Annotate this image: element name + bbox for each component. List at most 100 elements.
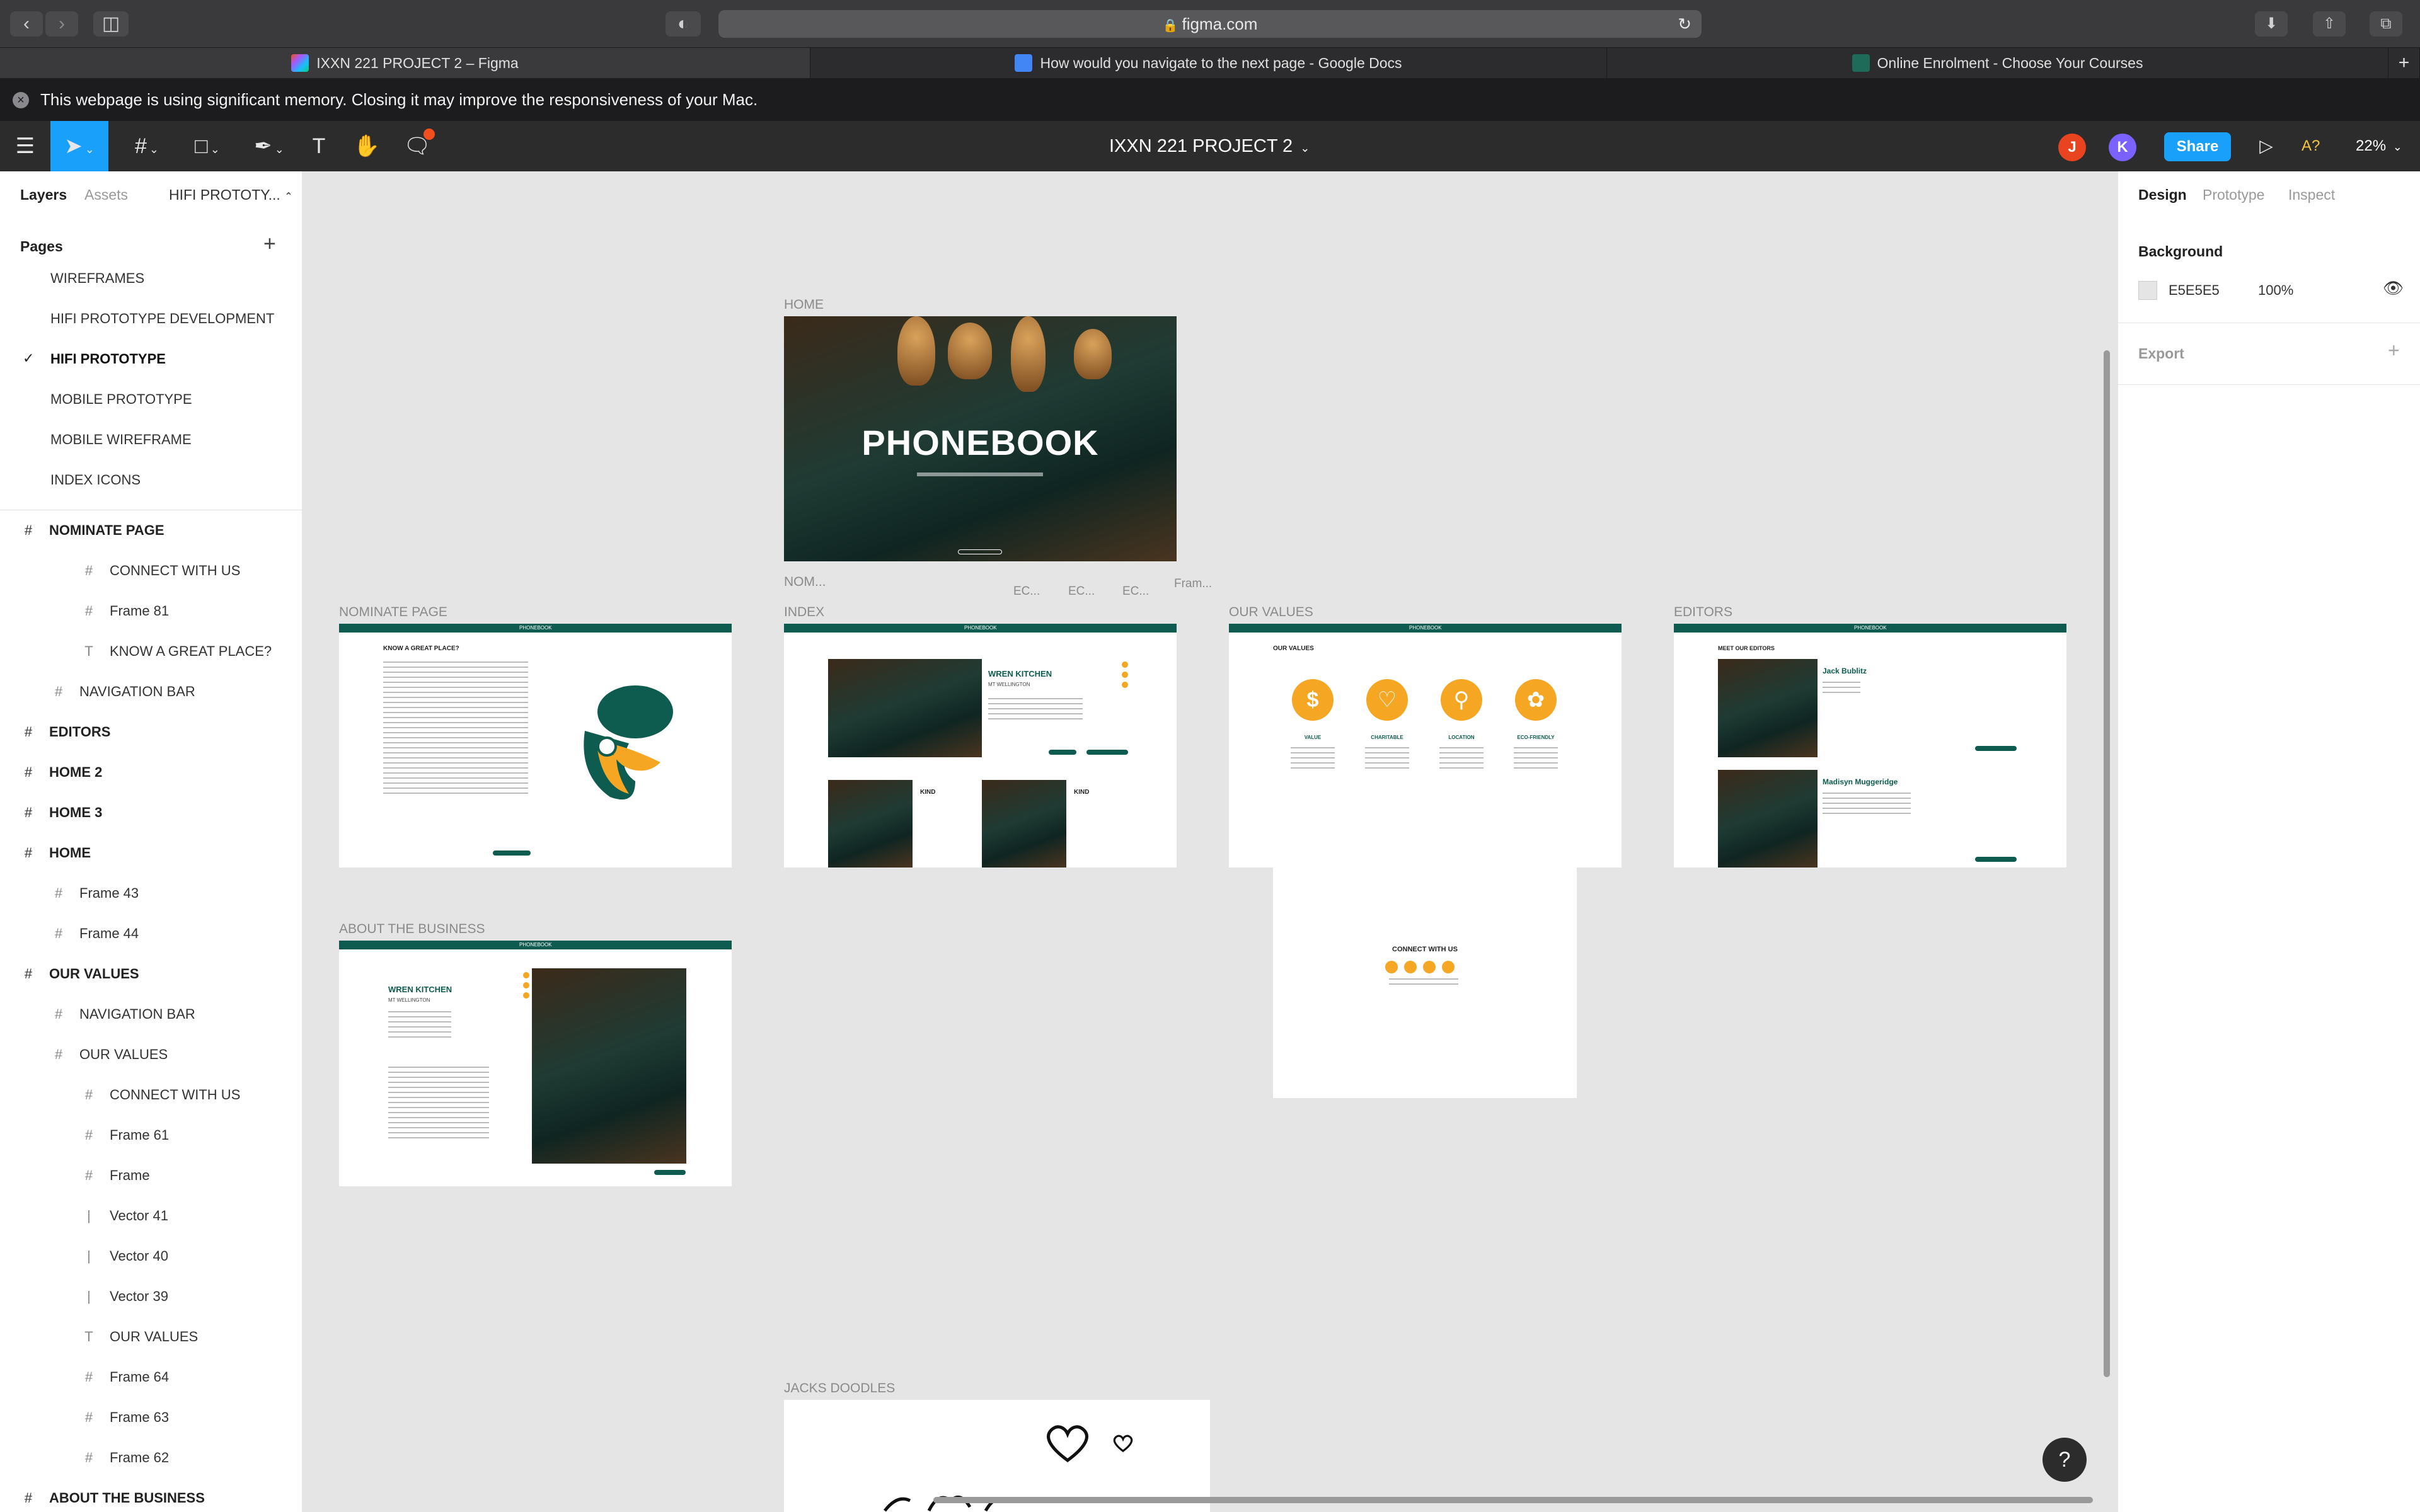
move-tool-icon[interactable]: ➤ ⌄ xyxy=(50,121,108,171)
help-button[interactable]: ? xyxy=(2043,1438,2087,1482)
layer-row[interactable]: # Frame 64 xyxy=(81,1360,169,1395)
layer-row[interactable]: # EDITORS xyxy=(20,714,111,750)
value-label: ECO-FRIENDLY xyxy=(1517,735,1555,740)
sidebar-toggle-icon[interactable]: ◫ xyxy=(93,11,129,37)
layer-row[interactable]: # HOME 3 xyxy=(20,795,102,830)
tab-layers[interactable]: Layers xyxy=(20,186,67,203)
share-sheet-icon[interactable]: ⇧ xyxy=(2313,11,2346,37)
page-item[interactable]: HIFI PROTOTYPE xyxy=(50,346,166,372)
index-frame[interactable]: PHONEBOOK WREN KITCHEN MT WELLINGTON KIN… xyxy=(784,624,1177,868)
tab-inspect[interactable]: Inspect xyxy=(2288,186,2335,203)
frame-layer-icon: # xyxy=(54,925,63,941)
hand-tool-icon[interactable]: ✋ xyxy=(342,121,392,171)
hero-button xyxy=(958,549,1002,554)
about-business-frame[interactable]: PHONEBOOK WREN KITCHEN MT WELLINGTON xyxy=(339,941,732,1186)
frame-label-fram[interactable]: Fram... xyxy=(1174,577,1212,591)
new-tab-icon[interactable]: + xyxy=(2388,48,2420,78)
vertical-scrollbar[interactable] xyxy=(2104,350,2110,1377)
layer-row[interactable]: | Vector 39 xyxy=(81,1279,168,1314)
present-icon[interactable]: ▷ xyxy=(2251,121,2281,171)
tab-prototype[interactable]: Prototype xyxy=(2203,186,2264,203)
layer-row[interactable]: T KNOW A GREAT PLACE? xyxy=(81,634,272,669)
layer-row[interactable]: # Frame xyxy=(81,1158,150,1193)
layer-row[interactable]: | Vector 40 xyxy=(81,1239,168,1274)
nominate-frame[interactable]: PHONEBOOK KNOW A GREAT PLACE? xyxy=(339,624,732,868)
frame-label-nominate[interactable]: NOMINATE PAGE xyxy=(339,605,447,620)
share-button[interactable]: Share xyxy=(2164,132,2231,161)
privacy-shield-icon[interactable]: ◐ xyxy=(666,11,701,37)
background-color-swatch[interactable] xyxy=(2138,281,2157,300)
layer-row[interactable]: # CONNECT WITH US xyxy=(81,1077,241,1113)
eye-icon[interactable]: 👁 xyxy=(2383,278,2404,298)
frame-tool-icon[interactable]: # ⌄ xyxy=(120,121,174,171)
avatar[interactable]: K xyxy=(2109,134,2136,161)
main-menu-icon[interactable]: ☰ xyxy=(0,121,50,171)
frame-label-index[interactable]: INDEX xyxy=(784,605,824,620)
layer-row[interactable]: # Frame 43 xyxy=(50,876,139,911)
browser-tab-figma[interactable]: IXXN 221 PROJECT 2 – Figma xyxy=(0,48,810,78)
add-page-icon[interactable]: + xyxy=(263,232,276,256)
layer-row[interactable]: # OUR VALUES xyxy=(50,1037,168,1072)
layer-row[interactable]: # NAVIGATION BAR xyxy=(50,997,195,1032)
page-item[interactable]: INDEX ICONS xyxy=(50,467,141,493)
frame-label-editors[interactable]: EDITORS xyxy=(1674,605,1732,620)
page-item[interactable]: MOBILE WIREFRAME xyxy=(50,427,192,452)
horizontal-scrollbar[interactable] xyxy=(933,1497,2093,1503)
frame-label-ec-3[interactable]: EC... xyxy=(1122,585,1149,598)
browser-tab-google-docs[interactable]: How would you navigate to the next page … xyxy=(810,48,1607,78)
layer-row[interactable]: # NAVIGATION BAR xyxy=(50,674,195,709)
downloads-icon[interactable]: ⬇ xyxy=(2255,11,2288,37)
layer-row[interactable]: # CONNECT WITH US xyxy=(81,553,241,588)
tab-design[interactable]: Design xyxy=(2138,186,2187,203)
layer-row[interactable]: # Frame 44 xyxy=(50,916,139,951)
forward-icon[interactable]: › xyxy=(45,11,78,37)
comment-tool-icon[interactable]: 🗨 xyxy=(392,121,442,171)
close-banner-icon[interactable]: × xyxy=(13,92,29,108)
tab-overview-icon[interactable]: ⧉ xyxy=(2370,11,2402,37)
page-switcher[interactable]: HIFI PROTOTY... ⌃ xyxy=(169,186,293,203)
frame-label-ec-2[interactable]: EC... xyxy=(1068,585,1095,598)
accessibility-check-label[interactable]: A? xyxy=(2302,121,2320,171)
page-item[interactable]: MOBILE PROTOTYPE xyxy=(50,387,192,412)
frame-label-home[interactable]: HOME xyxy=(784,297,824,312)
layer-row[interactable]: # OUR VALUES xyxy=(20,956,139,992)
frame-label-our-values[interactable]: OUR VALUES xyxy=(1229,605,1313,620)
zoom-dropdown[interactable]: 22% ⌄ xyxy=(2356,121,2402,171)
layer-row[interactable]: # NOMINATE PAGE xyxy=(20,513,164,548)
back-icon[interactable]: ‹ xyxy=(10,11,43,37)
layer-row[interactable]: # Frame 81 xyxy=(81,593,169,629)
avatar[interactable]: J xyxy=(2058,134,2086,161)
doodles-frame[interactable] xyxy=(784,1400,1210,1512)
frame-label-nom[interactable]: NOM... xyxy=(784,575,826,590)
page-item[interactable]: WIREFRAMES xyxy=(50,266,144,291)
layer-row[interactable]: # Frame 63 xyxy=(81,1400,169,1435)
layer-row[interactable]: | Vector 41 xyxy=(81,1198,168,1234)
layer-row[interactable]: # Frame 62 xyxy=(81,1440,169,1475)
layer-row[interactable]: # ABOUT THE BUSINESS xyxy=(20,1480,205,1512)
reload-icon[interactable]: ↻ xyxy=(1678,10,1691,38)
background-opacity-input[interactable]: 100% xyxy=(2258,282,2293,299)
connect-with-us-frame[interactable]: CONNECT WITH US xyxy=(1273,868,1577,1098)
document-title[interactable]: IXXN 221 PROJECT 2 ⌄ xyxy=(1109,121,1310,171)
shape-tool-icon[interactable]: □ ⌄ xyxy=(180,121,234,171)
layer-row[interactable]: # HOME 2 xyxy=(20,755,102,790)
text-tool-icon[interactable]: T xyxy=(294,121,344,171)
frame-label-doodles[interactable]: JACKS DOODLES xyxy=(784,1381,895,1396)
add-export-icon[interactable]: + xyxy=(2388,339,2400,362)
layer-row[interactable]: T OUR VALUES xyxy=(81,1319,198,1354)
home-frame[interactable]: PHONEBOOK xyxy=(784,316,1177,561)
address-bar[interactable]: 🔒 figma.com ↻ xyxy=(718,10,1702,38)
editors-frame[interactable]: PHONEBOOK MEET OUR EDITORS Jack Bublitz … xyxy=(1674,624,2066,868)
layer-row[interactable]: # HOME xyxy=(20,835,91,871)
browser-tab-enrolment[interactable]: Online Enrolment - Choose Your Courses xyxy=(1607,48,2388,78)
tab-assets[interactable]: Assets xyxy=(84,186,128,203)
background-hex-input[interactable]: E5E5E5 xyxy=(2169,282,2220,299)
design-canvas[interactable]: HOME PHONEBOOK NOM... EC... EC... EC... … xyxy=(303,171,2117,1512)
frame-label-ec-1[interactable]: EC... xyxy=(1013,585,1040,598)
pen-tool-icon[interactable]: ✒ ⌄ xyxy=(242,121,296,171)
frame-label-about[interactable]: ABOUT THE BUSINESS xyxy=(339,922,485,937)
page-item[interactable]: HIFI PROTOTYPE DEVELOPMENT xyxy=(50,306,274,331)
layer-row[interactable]: # Frame 61 xyxy=(81,1118,169,1153)
frame-layer-icon: # xyxy=(24,764,33,780)
our-values-frame[interactable]: PHONEBOOK OUR VALUES $ ♡ ⚲ ✿ VALUE CHARI… xyxy=(1229,624,1622,868)
